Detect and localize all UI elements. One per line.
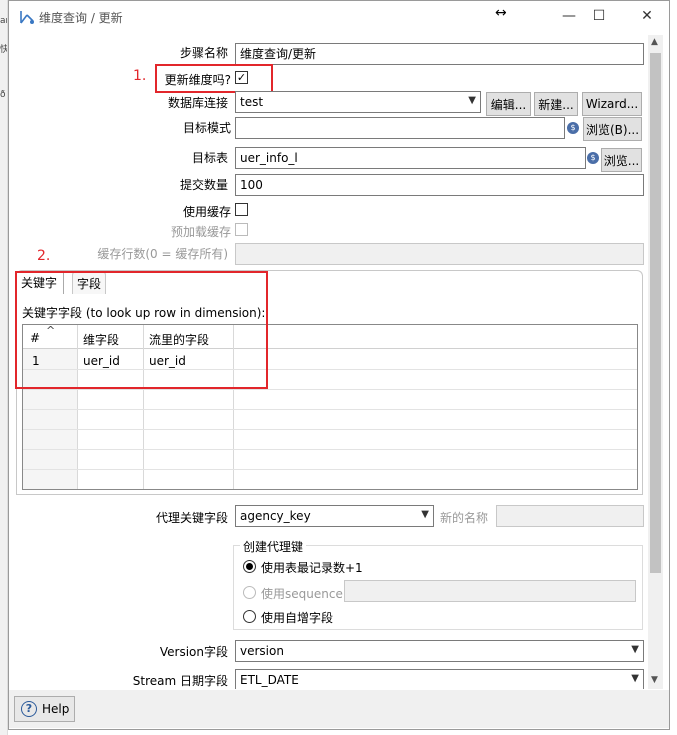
tab-fields[interactable]: 字段 [72,271,106,294]
table-cell-dim-field[interactable]: uer_id [83,354,120,368]
db-connection-label: 数据库连接 [167,96,228,110]
tab-strip [16,270,643,292]
stream-date-select[interactable]: ETL_DATE ▼ [235,669,644,689]
target-table-label: 目标表 [191,151,228,165]
row-divider [23,409,637,410]
column-header-index[interactable]: # [30,331,40,345]
new-name-input[interactable] [496,505,644,527]
stream-date-label: Stream 日期字段 [132,674,228,688]
row-divider [23,389,637,390]
version-field-select[interactable]: version ▼ [235,640,644,662]
chevron-down-icon: ▼ [421,509,429,520]
background-text: 快 [0,42,7,55]
key-fields-table[interactable]: # ^ 维字段 流里的字段 1 uer_id uer_id [22,324,638,490]
tab-keys[interactable]: 关键字 [17,271,64,294]
help-label: Help [42,702,70,716]
column-header-stream-field[interactable]: 流里的字段 [149,331,209,348]
chevron-down-icon: ▼ [468,95,476,106]
use-cache-label: 使用缓存 [182,205,231,219]
sequence-input[interactable] [344,580,636,602]
key-fields-caption: 关键字字段 (to look up row in dimension): [22,306,266,320]
background-text: ar [0,16,7,26]
row-divider [23,469,637,470]
step-name-label: 步骤名称 [179,46,228,60]
variable-icon: $ [587,152,599,164]
sort-ascending-icon: ^ [46,324,56,337]
surrogate-key-value: agency_key [240,509,311,523]
sequence-label: 使用sequence [261,587,343,601]
cache-rows-label: 缓存行数(0 = 缓存所有) [97,247,228,261]
stream-date-value: ETL_DATE [240,673,299,687]
new-name-label: 新的名称 [440,511,489,525]
help-button[interactable]: ? Help [14,696,75,722]
edit-connection-button[interactable]: 编辑... [486,92,531,116]
new-connection-button[interactable]: 新建... [534,92,578,116]
title-bar[interactable]: 维度查询 / 更新 ↔ — ☐ ✕ [9,1,669,32]
commit-size-label: 提交数量 [179,178,228,192]
target-schema-label: 目标模式 [182,121,231,135]
scroll-down-icon[interactable]: ▼ [651,675,658,685]
row-divider [23,429,637,430]
variable-icon: $ [567,122,579,134]
wizard-button[interactable]: Wizard... [582,92,642,116]
browse-table-button[interactable]: 浏览... [601,148,642,172]
db-connection-select[interactable]: test ▼ [235,91,481,113]
column-divider [233,325,234,489]
version-field-value: version [240,644,284,658]
window-title: 维度查询 / 更新 [39,11,123,25]
preload-cache-label: 预加载缓存 [170,225,231,239]
chevron-down-icon: ▼ [631,673,639,684]
row-divider [23,369,637,370]
bottom-bar [9,690,669,728]
table-cell-stream-field[interactable]: uer_id [149,354,186,368]
version-field-label: Version字段 [159,645,228,659]
table-maximum-label: 使用表最记录数+1 [261,561,363,575]
autoincrement-radio[interactable] [243,610,256,623]
column-divider [77,325,78,489]
table-row-index: 1 [32,354,40,368]
use-cache-checkbox[interactable] [235,203,248,216]
row-divider [23,449,637,450]
target-table-input[interactable]: uer_info_l [235,147,586,169]
step-name-input[interactable]: 维度查询/更新 [235,43,644,65]
surrogate-key-select[interactable]: agency_key ▼ [235,505,434,527]
column-divider [143,325,144,489]
scrollbar-thumb[interactable] [650,53,661,573]
background-app-strip: ar 快 ð [0,0,8,735]
vertical-scrollbar[interactable]: ▲ ▼ [648,35,663,689]
browse-schema-button[interactable]: 浏览(B)... [583,117,642,141]
preload-cache-checkbox[interactable] [235,223,248,236]
scroll-up-icon[interactable]: ▲ [651,37,658,47]
cache-rows-input[interactable] [235,243,644,265]
surrogate-key-label: 代理关键字段 [155,511,228,525]
column-header-dim-field[interactable]: 维字段 [83,331,119,348]
resize-cursor-icon: ↔ [495,5,507,21]
target-schema-input[interactable] [235,117,565,139]
table-maximum-radio[interactable] [243,560,256,573]
update-dimension-checkbox[interactable]: ✓ [235,71,248,84]
chevron-down-icon: ▼ [631,644,639,655]
update-dimension-label: 更新维度吗? [164,73,231,87]
surrogate-group-title: 创建代理键 [240,538,307,555]
annotation-marker-1: 1. [133,68,147,84]
sequence-radio[interactable] [243,586,256,599]
close-button[interactable]: ✕ [627,3,667,29]
app-icon [19,9,35,25]
autoincrement-label: 使用自增字段 [261,611,334,625]
maximize-button[interactable]: ☐ [579,3,619,29]
annotation-marker-2: 2. [37,248,51,264]
commit-size-input[interactable]: 100 [235,174,644,196]
db-connection-value: test [240,95,264,109]
help-icon: ? [21,701,37,717]
background-text: ð [0,90,6,100]
